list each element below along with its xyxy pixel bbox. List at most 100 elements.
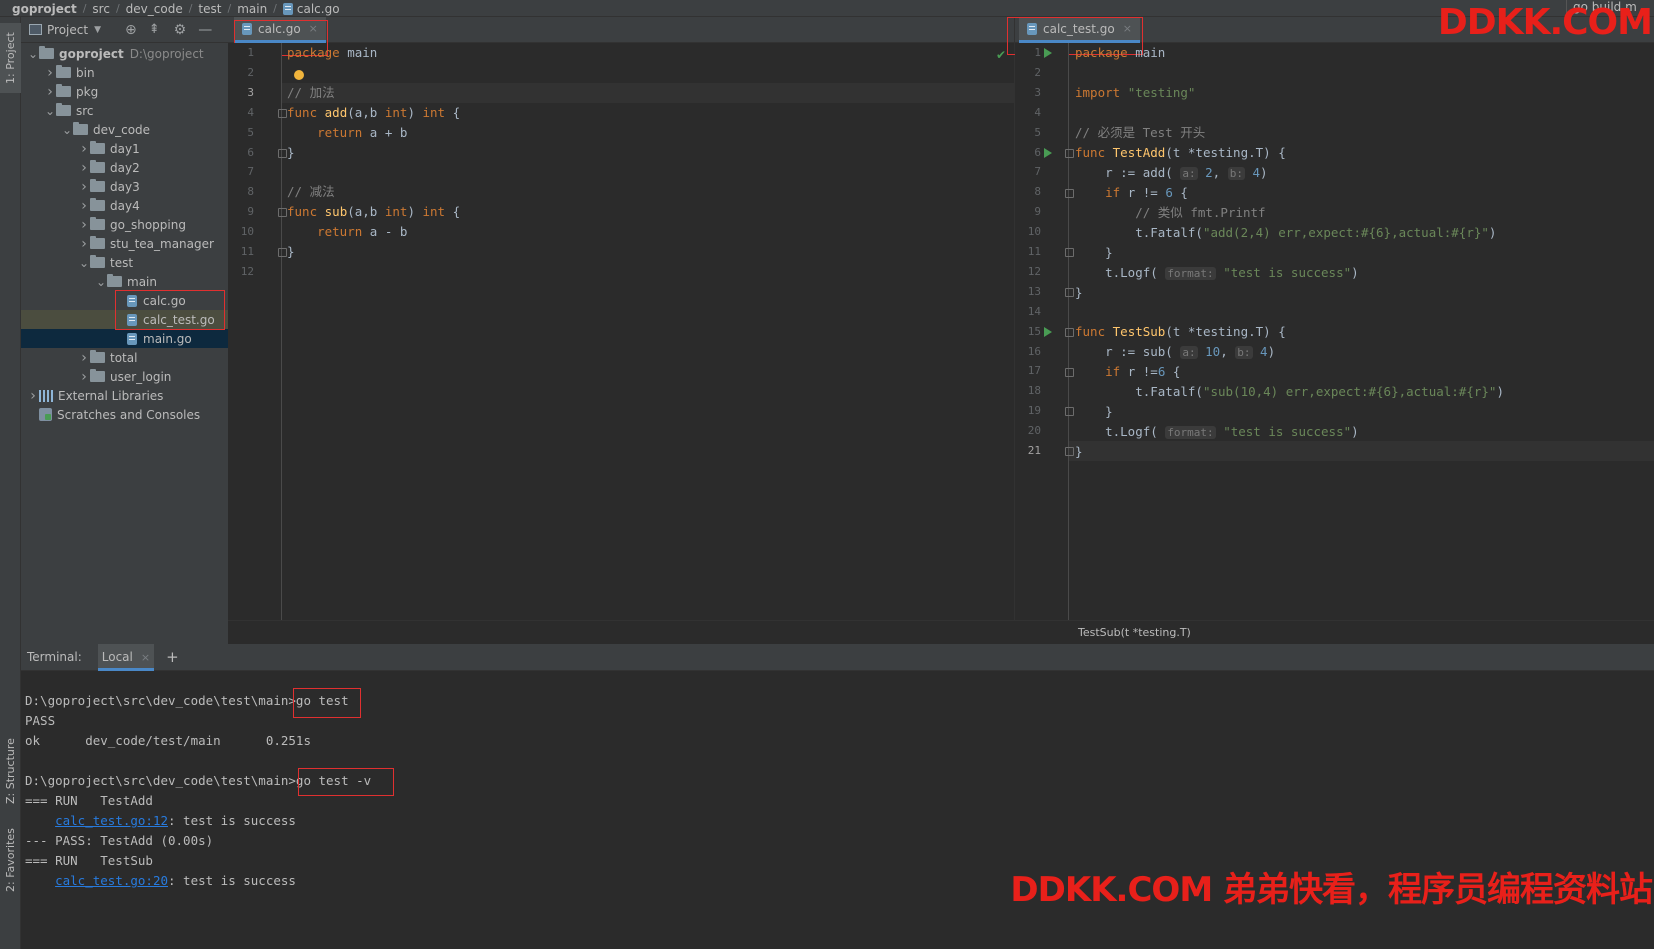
project-tool-tab[interactable]: 1: Project <box>0 23 21 93</box>
editor-breadcrumb-bar: TestSub(t *testing.T) <box>228 620 1654 644</box>
tree-item[interactable]: ⌄ test <box>21 253 228 272</box>
tab-calc-test-go[interactable]: calc_test.go × <box>1019 17 1140 43</box>
chevron-down-icon[interactable]: ⌄ <box>27 47 39 61</box>
chevron-right-icon[interactable]: › <box>27 388 39 404</box>
tree-item[interactable]: › External Libraries <box>21 386 228 405</box>
go-test-file-icon <box>1027 22 1037 35</box>
chevron-right-icon[interactable]: › <box>78 217 90 233</box>
tree-item[interactable]: › pkg <box>21 82 228 101</box>
gear-icon[interactable]: ⚙ <box>174 22 187 38</box>
tree-item[interactable]: Scratches and Consoles <box>21 405 228 424</box>
fold-icon[interactable] <box>1065 288 1074 297</box>
tree-item[interactable]: ⌄ dev_code <box>21 120 228 139</box>
breadcrumb-item[interactable]: goproject <box>12 2 77 16</box>
tree-item-label: src <box>76 103 94 118</box>
run-all-icon[interactable] <box>1044 48 1052 58</box>
tree-item[interactable]: calc_test.go <box>21 310 228 329</box>
line-number: 12 <box>240 264 254 278</box>
close-icon[interactable]: × <box>1123 22 1132 35</box>
tab-calc-go[interactable]: calc.go × <box>234 17 326 43</box>
folder-icon <box>56 84 71 97</box>
code-line: func add(a,b int) int { <box>287 105 461 120</box>
tree-item[interactable]: main.go <box>21 329 228 348</box>
tree-item[interactable]: › day3 <box>21 177 228 196</box>
tree-item[interactable]: › stu_tea_manager <box>21 234 228 253</box>
new-terminal-button[interactable]: + <box>166 648 179 666</box>
scope-hint[interactable]: TestSub(t *testing.T) <box>1078 626 1191 639</box>
chevron-right-icon[interactable]: › <box>78 198 90 214</box>
fold-icon[interactable] <box>278 109 287 118</box>
breadcrumb-item[interactable]: src <box>92 2 110 16</box>
chevron-right-icon[interactable]: › <box>78 160 90 176</box>
breadcrumb-item[interactable]: calc.go <box>297 2 340 16</box>
fold-icon[interactable] <box>1065 368 1074 377</box>
go-file-icon <box>127 313 137 326</box>
breadcrumb-item[interactable]: dev_code <box>126 2 183 16</box>
chevron-down-icon[interactable]: ⌄ <box>44 104 56 118</box>
fold-icon[interactable] <box>1065 189 1074 198</box>
chevron-down-icon[interactable]: ▼ <box>94 25 101 35</box>
go-file-icon <box>127 294 137 307</box>
folder-icon <box>90 179 105 192</box>
terminal-line: === RUN TestSub <box>25 853 153 868</box>
fold-icon[interactable] <box>278 149 287 158</box>
chevron-right-icon[interactable]: › <box>78 350 90 366</box>
chevron-right-icon[interactable]: › <box>44 65 56 81</box>
collapse-all-icon[interactable]: ⇞ <box>149 22 160 37</box>
structure-tool-tab[interactable]: Z: Structure <box>0 729 21 813</box>
fold-icon[interactable] <box>1065 248 1074 257</box>
line-number: 12 <box>1027 264 1041 278</box>
chevron-right-icon[interactable]: › <box>44 84 56 100</box>
project-view-selector[interactable]: Project <box>47 23 88 37</box>
lightbulb-icon[interactable] <box>294 70 304 80</box>
minimize-icon[interactable]: — <box>198 22 212 38</box>
tree-item[interactable]: ⌄ src <box>21 101 228 120</box>
tree-item-label: day1 <box>110 141 140 156</box>
chevron-down-icon[interactable]: ⌄ <box>78 256 90 270</box>
locate-icon[interactable]: ⊕ <box>125 22 137 38</box>
editor-calc-test-go[interactable]: calc_test.go × 1 2 3 4 5 6 7 8 9 10 11 12 13 14 15 16 17… <box>1007 17 1654 620</box>
terminal-text: : test is success <box>168 813 296 828</box>
code-line: t.Logf( format: "test is success") <box>1075 265 1359 280</box>
line-number: 8 <box>247 185 254 199</box>
line-number: 10 <box>240 225 254 239</box>
tree-item[interactable]: › day4 <box>21 196 228 215</box>
chevron-right-icon[interactable]: › <box>78 236 90 252</box>
source-link[interactable]: calc_test.go:20 <box>55 873 168 888</box>
tree-item[interactable]: › day1 <box>21 139 228 158</box>
tree-item[interactable]: › go_shopping <box>21 215 228 234</box>
tree-item[interactable]: calc.go <box>21 291 228 310</box>
breadcrumb-item[interactable]: test <box>198 2 221 16</box>
run-test-icon[interactable] <box>1044 327 1052 337</box>
chevron-right-icon[interactable]: › <box>78 141 90 157</box>
current-line-highlight <box>228 83 1014 103</box>
code-line: func TestAdd(t *testing.T) { <box>1075 145 1286 160</box>
fold-icon[interactable] <box>1065 447 1074 456</box>
chevron-down-icon[interactable]: ⌄ <box>95 275 107 289</box>
chevron-down-icon[interactable]: ⌄ <box>61 123 73 137</box>
source-link[interactable]: calc_test.go:12 <box>55 813 168 828</box>
folder-icon <box>56 103 71 116</box>
tree-item[interactable]: › total <box>21 348 228 367</box>
chevron-right-icon[interactable]: › <box>78 369 90 385</box>
breadcrumb-item[interactable]: main <box>237 2 267 16</box>
fold-icon[interactable] <box>1065 149 1074 158</box>
fold-icon[interactable] <box>278 248 287 257</box>
tree-item[interactable]: › day2 <box>21 158 228 177</box>
fold-icon[interactable] <box>1065 407 1074 416</box>
line-number: 1 <box>247 46 254 59</box>
favorites-tool-tab[interactable]: 2: Favorites <box>0 823 21 897</box>
close-icon[interactable]: × <box>141 651 150 664</box>
run-test-icon[interactable] <box>1044 148 1052 158</box>
tree-item[interactable]: › user_login <box>21 367 228 386</box>
tree-item[interactable]: ⌄ main <box>21 272 228 291</box>
tree-item[interactable]: ⌄ goproject D:\goproject <box>21 44 228 63</box>
tree-item-label: go_shopping <box>110 217 186 232</box>
tree-item[interactable]: › bin <box>21 63 228 82</box>
tab-local[interactable]: Local × <box>97 643 155 671</box>
fold-icon[interactable] <box>278 208 287 217</box>
fold-icon[interactable] <box>1065 328 1074 337</box>
close-icon[interactable]: × <box>309 22 318 35</box>
editor-calc-go[interactable]: calc.go × 1 2 3 4 5 6 7 8 9 10 11 12 package main /… <box>228 17 1014 620</box>
chevron-right-icon[interactable]: › <box>78 179 90 195</box>
